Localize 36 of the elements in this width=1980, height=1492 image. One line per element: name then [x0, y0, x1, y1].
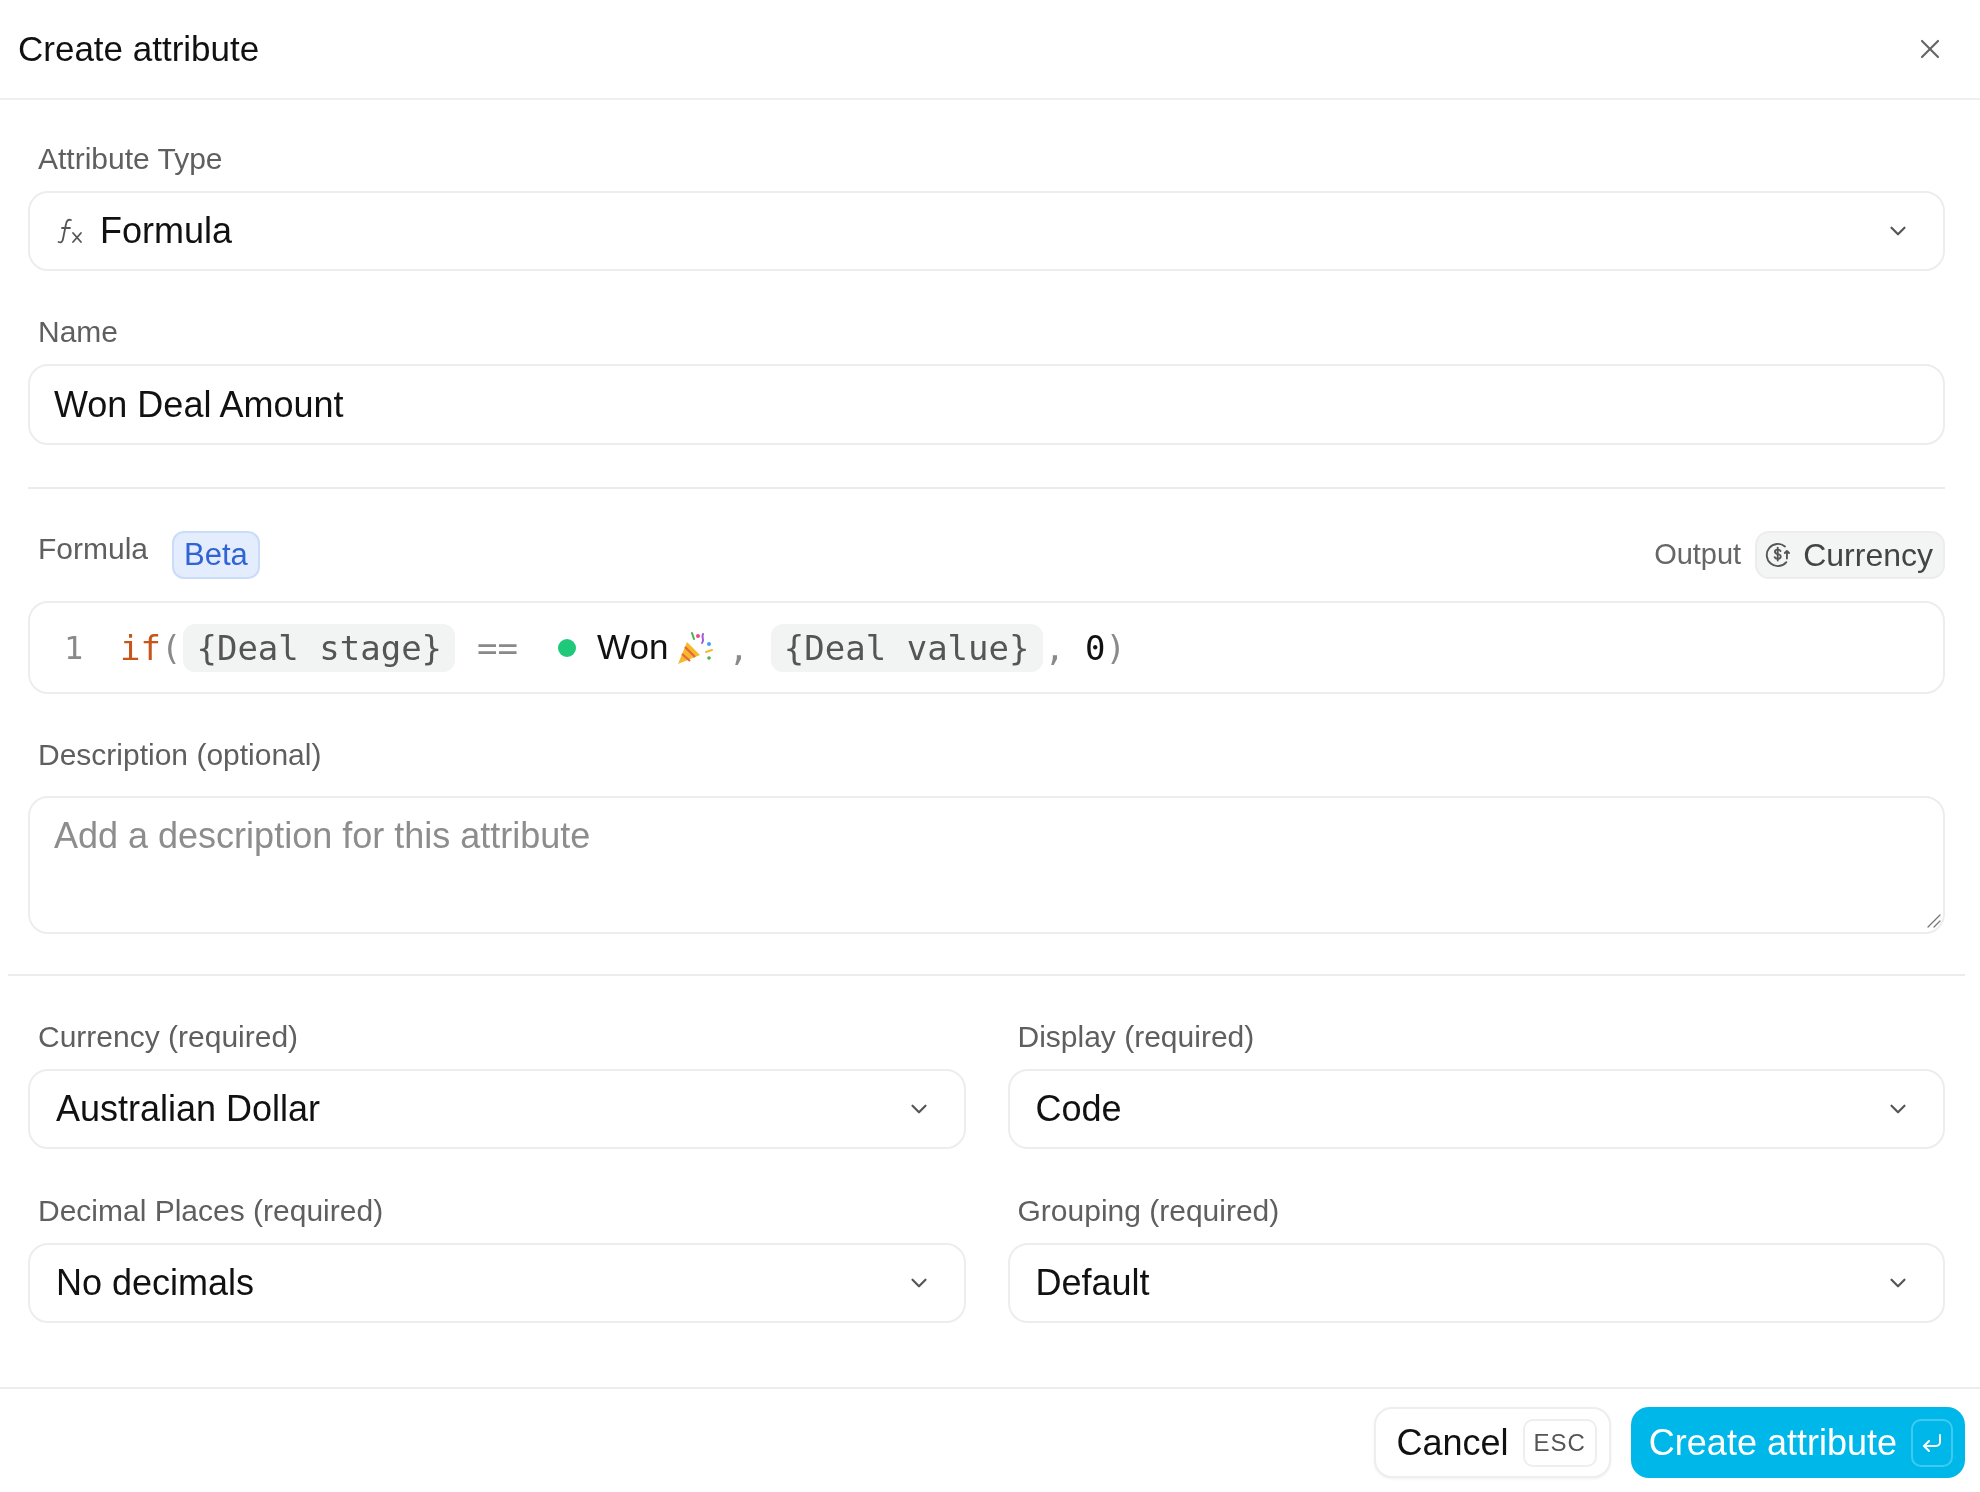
output-label: Output [1654, 537, 1742, 573]
code-operator: == [477, 626, 519, 670]
description-field[interactable]: Add a description for this attribute [28, 796, 1945, 934]
dropdown-select[interactable]: Default [1007, 1243, 1945, 1323]
code-punctuation: , [728, 626, 749, 670]
cancel-button[interactable]: Cancel ESC [1374, 1407, 1611, 1478]
field-label: Formula [37, 531, 149, 567]
code-keyword: if [120, 626, 161, 670]
field-label: Decimal Places (required) [37, 1193, 384, 1229]
beta-badge: Beta [172, 531, 260, 579]
status-label: Won [597, 626, 669, 669]
name-input-field[interactable]: Won Deal Amount [28, 364, 1945, 445]
dropdown-select[interactable]: Code [1007, 1069, 1945, 1149]
enter-key-icon [1911, 1418, 1953, 1467]
dialog-title: Create attribute [18, 27, 260, 70]
dropdown-select[interactable]: Australian Dollar [28, 1069, 966, 1149]
field-label: Currency (required) [37, 1019, 299, 1055]
code-punctuation: , [1044, 626, 1065, 670]
output-type-chip[interactable]: Currency [1755, 531, 1945, 579]
attribute-reference-chip[interactable]: {Deal value} [770, 623, 1043, 672]
field-label: Display (required) [1016, 1019, 1255, 1055]
field-label: Grouping (required) [1016, 1193, 1280, 1229]
attribute-type-select[interactable]: Formula [28, 191, 1945, 271]
field-label: Attribute Type [37, 141, 223, 177]
shortcut-key: ESC [1522, 1418, 1597, 1467]
field-label: Description (optional) [37, 737, 322, 773]
attribute-reference-chip[interactable]: {Deal stage} [183, 623, 456, 672]
formula-editor[interactable]: 1 if( {Deal stage} == Won , {Deal value} , 0) [28, 601, 1945, 694]
code-punctuation: ) [1105, 626, 1126, 670]
line-number: 1 [63, 627, 85, 669]
dropdown-select[interactable]: No decimals [28, 1243, 966, 1323]
field-label: Name [37, 314, 119, 350]
code-punctuation: ( [160, 626, 182, 670]
resize-grip-icon[interactable] [1927, 914, 1941, 928]
code-number: 0 [1085, 626, 1106, 670]
party-popper-icon [676, 629, 715, 666]
